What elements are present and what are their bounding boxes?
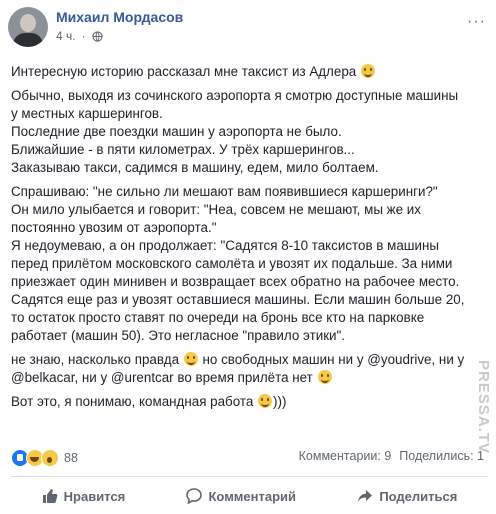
post-line-text: ))) [273,394,287,409]
post-line: постоянно увозим от аэропорта." [11,220,217,235]
post-header: Михаил Мордасов 4 ч. · ··· [8,7,488,57]
comment-button[interactable]: Комментарий [186,488,296,504]
post-paragraph-3: Спрашиваю: "не сильно ли мешают вам появ… [11,183,488,345]
post-line: Заказываю такси, садимся в машину, едем,… [11,160,379,175]
thumb-up-icon [42,489,58,503]
post-line: Последние две поездки машин у аэропорта … [11,124,342,139]
divider [11,476,488,477]
more-options-button[interactable]: ··· [467,13,486,31]
reaction-count: 88 [64,451,78,465]
post-body: Интересную историю рассказал мне таксист… [11,63,488,417]
post-line: Ближайшие - в пяти километрах. У трёх ка… [11,142,355,157]
post-line: Интересную историю рассказал мне таксист… [11,63,488,81]
post-paragraph-5: Вот это, я понимаю, командная работа ))) [11,393,488,411]
wow-reaction-icon [41,449,59,467]
watermark: PRESSA.TV [474,360,496,510]
post-stats: 88 Комментарии: 9 Поделились: 1 [11,449,488,467]
smile-emoji-icon [183,352,198,366]
shares-count-link[interactable]: Поделились: 1 [399,449,484,463]
avatar[interactable] [8,7,48,47]
smile-emoji-icon [317,370,332,384]
post-line: Он мило улыбается и говорит: "Неа, совсе… [11,202,421,217]
watermark-text: PRESSA.TV [475,360,492,455]
post-time-separator: · [81,29,86,43]
post-line: Садятся еще раз и увозят оставшиеся маши… [11,292,465,307]
like-button[interactable]: Нравится [42,488,126,504]
post-line: приезжает один минивен и возвращает всех… [11,274,460,289]
post-line: Обычно, выходя из сочинского аэропорта я… [11,88,459,103]
post-line-text: не знаю, насколько правда [11,352,180,367]
post-line: Я недоумеваю, а он продолжает: "Садятся … [11,238,440,253]
globe-icon [91,30,103,42]
like-button-label: Нравится [63,488,126,504]
post-line: не знаю, насколько правда но свободных м… [11,351,488,369]
avatar-body-shape [13,33,43,47]
smile-emoji-icon [258,394,273,408]
avatar-head-shape [20,14,36,32]
post-line: перед прилётом московского самолёта и ув… [11,256,453,271]
post-paragraph-4: не знаю, насколько правда но свободных м… [11,351,488,387]
post-meta: 4 ч. · [56,29,103,43]
post-paragraph-1: Интересную историю рассказал мне таксист… [11,63,488,81]
smile-emoji-icon [360,64,375,78]
comments-count-link[interactable]: Комментарии: 9 [299,449,392,463]
post-line-text: Вот это, я понимаю, командная работа [11,394,254,409]
post-line: работает (машин 50). Это негласное "прав… [11,328,346,343]
post-actions: Нравится Комментарий Поделиться [11,484,488,508]
post-line-text: но свободных машин ни у @youdrive, ни у [198,352,465,367]
author-name[interactable]: Михаил Мордасов [56,9,183,25]
post-line: @belkacar, ни у @urentcar во время прилё… [11,369,488,387]
share-button[interactable]: Поделиться [357,488,457,504]
post-line-text: Интересную историю рассказал мне таксист… [11,64,357,79]
reactions-summary[interactable]: 88 [11,449,78,467]
post-paragraph-2: Обычно, выходя из сочинского аэропорта я… [11,87,488,177]
speech-bubble-icon [186,488,203,504]
post-line: Вот это, я понимаю, командная работа ))) [11,393,488,411]
post-line: то остаток просто ставят по очереди на б… [11,310,425,325]
share-button-label: Поделиться [379,488,458,504]
engagement-counts: Комментарии: 9 Поделились: 1 [299,449,484,463]
share-arrow-icon [358,490,373,502]
post-line: у местных каршерингов. [11,106,163,121]
post-time[interactable]: 4 ч. [56,29,76,43]
post-line-text: @belkacar, ни у @urentcar во время прилё… [11,370,313,385]
post-line: Спрашиваю: "не сильно ли мешают вам появ… [11,184,438,199]
comment-button-label: Комментарий [208,488,297,504]
